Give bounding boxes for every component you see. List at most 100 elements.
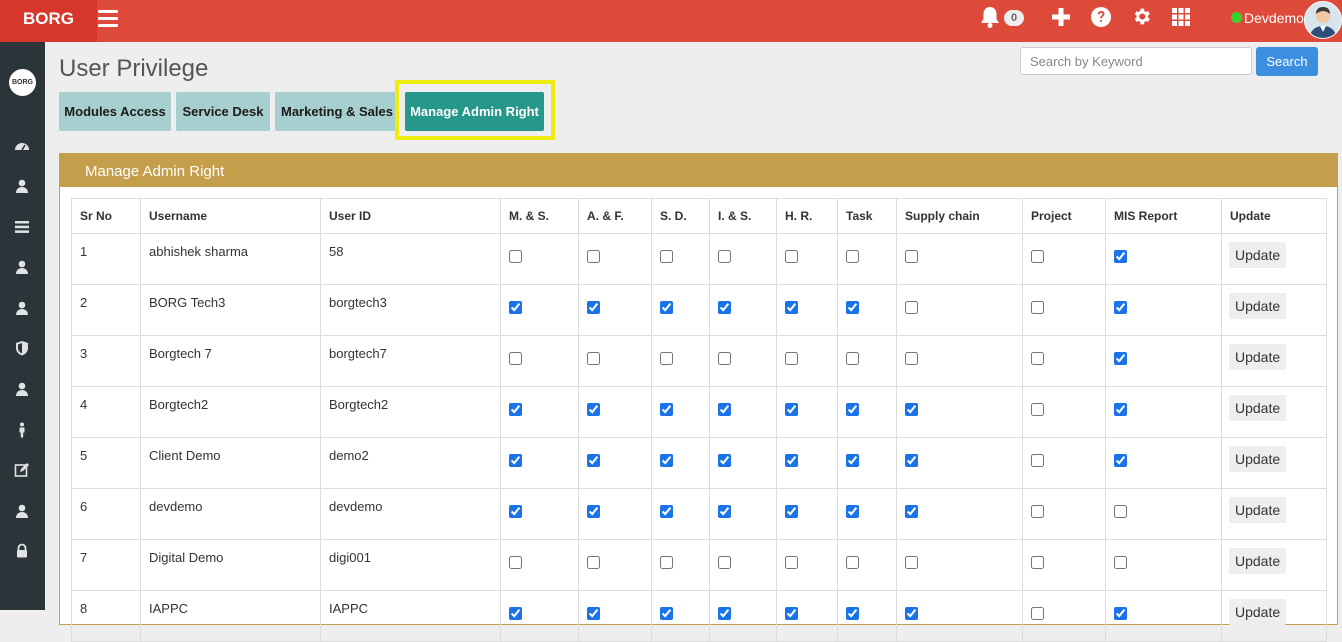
right-checkbox[interactable] [509,352,522,365]
right-checkbox[interactable] [1031,301,1044,314]
right-checkbox[interactable] [660,556,673,569]
right-checkbox[interactable] [905,505,918,518]
right-checkbox[interactable] [846,352,859,365]
right-checkbox[interactable] [905,352,918,365]
right-checkbox[interactable] [1114,607,1127,620]
user-icon[interactable] [13,299,31,317]
right-checkbox[interactable] [1031,403,1044,416]
bell-icon[interactable] [979,5,1001,34]
user-icon[interactable] [13,502,31,520]
update-button[interactable]: Update [1229,395,1287,421]
right-checkbox[interactable] [785,607,798,620]
right-checkbox[interactable] [1031,250,1044,263]
right-checkbox[interactable] [660,301,673,314]
update-button[interactable]: Update [1229,446,1287,472]
brand-logo[interactable]: BORG [0,0,97,42]
right-checkbox[interactable] [660,250,673,263]
right-checkbox[interactable] [785,301,798,314]
right-checkbox[interactable] [785,556,798,569]
right-checkbox[interactable] [905,250,918,263]
right-checkbox[interactable] [509,454,522,467]
right-checkbox[interactable] [905,556,918,569]
right-checkbox[interactable] [846,403,859,416]
user-icon[interactable] [13,177,31,195]
right-checkbox[interactable] [587,607,600,620]
right-checkbox[interactable] [1114,403,1127,416]
right-checkbox[interactable] [718,505,731,518]
avatar[interactable] [1304,1,1342,39]
right-checkbox[interactable] [509,607,522,620]
right-checkbox[interactable] [1031,556,1044,569]
right-checkbox[interactable] [587,454,600,467]
tab-service-desk[interactable]: Service Desk [176,92,270,131]
person-standing-icon[interactable] [13,421,31,439]
right-checkbox[interactable] [905,454,918,467]
update-button[interactable]: Update [1229,242,1287,268]
right-checkbox[interactable] [718,607,731,620]
right-checkbox[interactable] [718,352,731,365]
right-checkbox[interactable] [785,352,798,365]
menu-toggle-icon[interactable] [98,10,118,30]
apps-grid-icon[interactable] [1172,8,1190,31]
tab-modules-access[interactable]: Modules Access [59,92,171,131]
right-checkbox[interactable] [660,454,673,467]
dashboard-icon[interactable] [13,137,31,155]
right-checkbox[interactable] [1114,301,1127,314]
right-checkbox[interactable] [846,301,859,314]
user-icon[interactable] [13,380,31,398]
right-checkbox[interactable] [1114,505,1127,518]
search-button[interactable]: Search [1256,47,1318,76]
right-checkbox[interactable] [846,607,859,620]
right-checkbox[interactable] [785,250,798,263]
right-checkbox[interactable] [718,403,731,416]
right-checkbox[interactable] [718,250,731,263]
right-checkbox[interactable] [1114,556,1127,569]
update-button[interactable]: Update [1229,599,1287,625]
right-checkbox[interactable] [905,403,918,416]
gear-icon[interactable] [1131,6,1152,32]
right-checkbox[interactable] [509,556,522,569]
right-checkbox[interactable] [587,505,600,518]
right-checkbox[interactable] [718,301,731,314]
right-checkbox[interactable] [718,454,731,467]
user-name[interactable]: Devdemo [1244,10,1304,26]
list-icon[interactable] [13,218,31,236]
update-button[interactable]: Update [1229,344,1287,370]
right-checkbox[interactable] [846,505,859,518]
edit-icon[interactable] [13,461,31,479]
update-button[interactable]: Update [1229,548,1287,574]
right-checkbox[interactable] [905,607,918,620]
right-checkbox[interactable] [587,250,600,263]
right-checkbox[interactable] [660,607,673,620]
right-checkbox[interactable] [846,556,859,569]
right-checkbox[interactable] [1031,505,1044,518]
right-checkbox[interactable] [660,403,673,416]
right-checkbox[interactable] [1114,352,1127,365]
right-checkbox[interactable] [660,505,673,518]
search-input[interactable] [1020,47,1252,75]
right-checkbox[interactable] [509,250,522,263]
right-checkbox[interactable] [718,556,731,569]
sidebar-logo[interactable]: BORG [9,69,36,96]
right-checkbox[interactable] [1031,607,1044,620]
user-icon[interactable] [13,258,31,276]
right-checkbox[interactable] [785,403,798,416]
right-checkbox[interactable] [660,352,673,365]
right-checkbox[interactable] [905,301,918,314]
shield-icon[interactable] [13,339,31,357]
update-button[interactable]: Update [1229,293,1287,319]
right-checkbox[interactable] [587,352,600,365]
right-checkbox[interactable] [587,556,600,569]
right-checkbox[interactable] [1114,250,1127,263]
right-checkbox[interactable] [509,505,522,518]
right-checkbox[interactable] [1031,352,1044,365]
tab-marketing-sales[interactable]: Marketing & Sales [275,92,399,131]
update-button[interactable]: Update [1229,497,1287,523]
add-icon[interactable] [1051,7,1071,32]
right-checkbox[interactable] [785,454,798,467]
right-checkbox[interactable] [846,454,859,467]
right-checkbox[interactable] [846,250,859,263]
right-checkbox[interactable] [509,301,522,314]
right-checkbox[interactable] [587,403,600,416]
help-icon[interactable] [1090,6,1112,33]
